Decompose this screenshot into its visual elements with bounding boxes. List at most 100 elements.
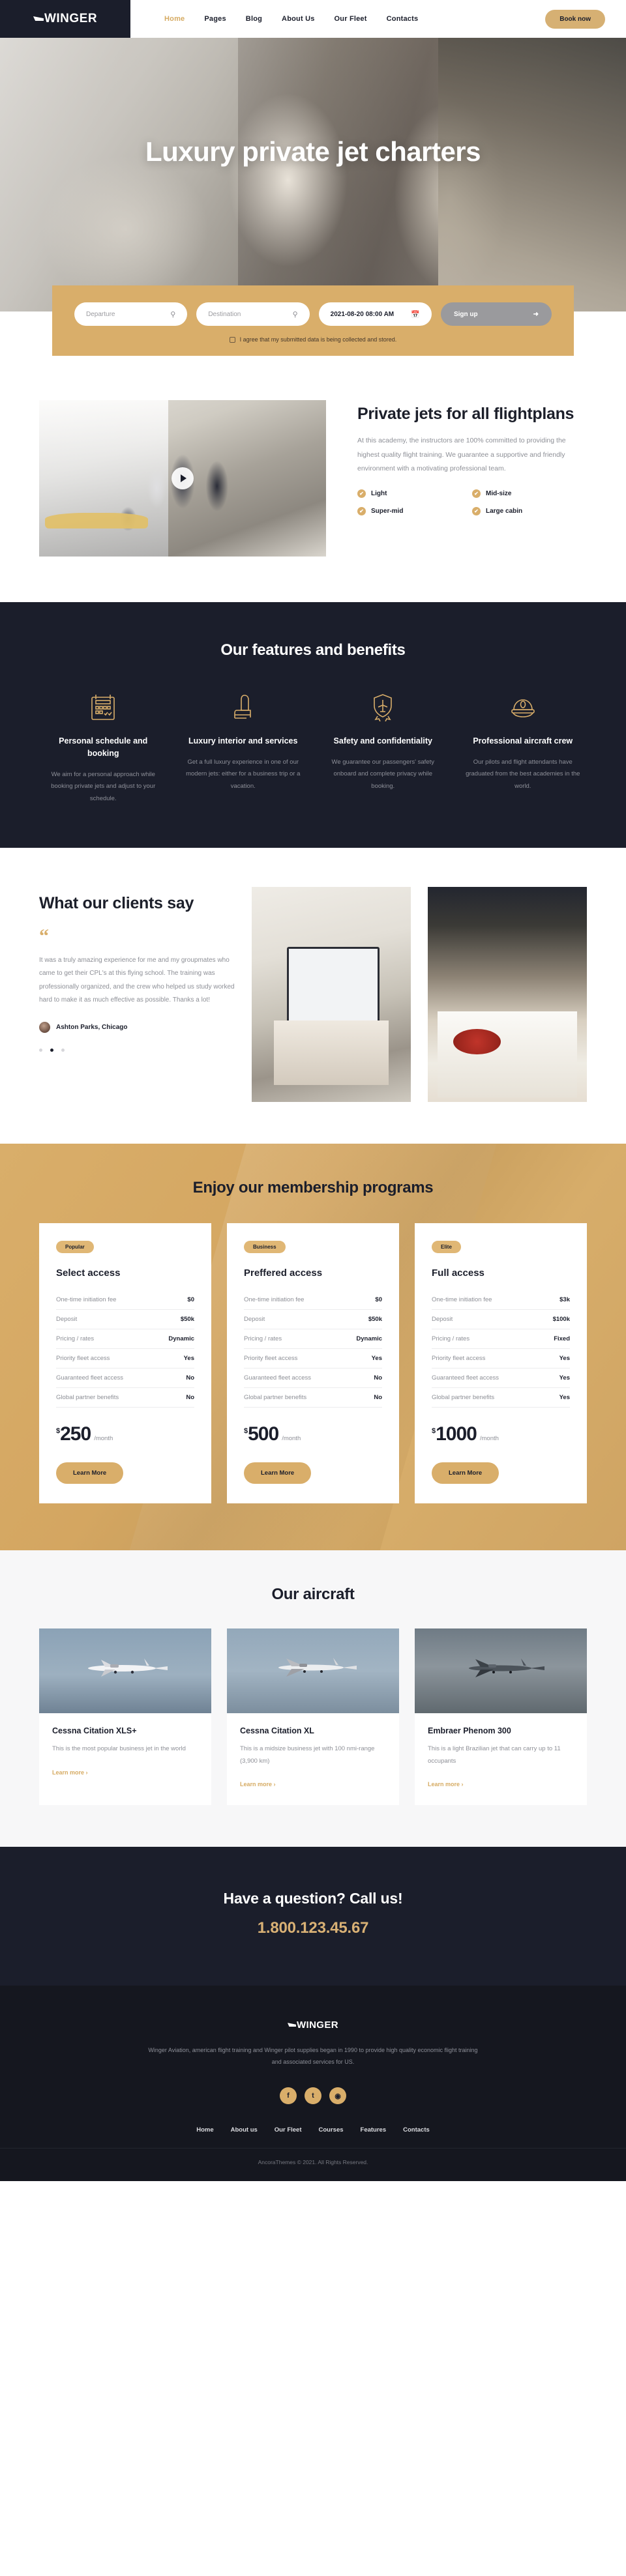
feature-text: We guarantee our passengers' safety onbo… [331,758,434,790]
aircraft-description: This is the most popular business jet in… [52,1745,186,1753]
aircraft-title: Our aircraft [271,1585,355,1604]
features-section: Our features and benefits Personal sched… [0,602,626,848]
pricing-card-full-access: Elite Full access One-time initiation fe… [415,1223,587,1504]
consent-checkbox[interactable] [229,336,235,343]
book-now-button[interactable]: Book now [545,9,605,29]
list-item: ✔ Light [357,489,472,498]
list-item: One-time initiation fee $0 [56,1290,194,1310]
feature-value: No [186,1374,194,1382]
feature-value: $50k [368,1316,382,1324]
feature-card: Personal schedule and booking We aim for… [39,691,168,805]
social-links: f t ◉ [0,2087,626,2105]
about-video-thumbnail[interactable] [39,400,326,557]
date-input[interactable]: 2021-08-20 08:00 AM 📅 [318,302,432,326]
list-item: Guaranteed fleet access No [244,1368,382,1389]
consent-row: I agree that my submitted data is being … [74,336,552,343]
feature-label: One-time initiation fee [432,1296,492,1304]
avatar [39,1021,50,1033]
pricing-card-select-access: Popular Select access One-time initiatio… [39,1223,211,1504]
list-item: Deposit $100k [432,1310,570,1330]
carousel-dot-2[interactable] [50,1048,53,1052]
nav-item-our-fleet[interactable]: Our Fleet [335,15,367,23]
site-footer: WINGER Winger Aviation, american flight … [0,1986,626,2182]
footer-nav-item-home[interactable]: Home [196,2126,213,2134]
plan-price: $ 1000 /month [432,1423,570,1445]
features-title: Our features and benefits [220,641,406,659]
nav-item-blog[interactable]: Blog [246,15,262,23]
carousel-dot-3[interactable] [61,1048,65,1052]
signup-button[interactable]: Sign up ➜ [440,302,552,326]
feature-label: Deposit [432,1316,453,1324]
about-item-label: Light [371,489,387,497]
aircraft-learn-more-link[interactable]: Learn more › [428,1781,464,1787]
testimonial-text: It was a truly amazing experience for me… [39,956,235,1004]
footer-about-text: Winger Aviation, american flight trainin… [148,2047,478,2065]
play-icon[interactable] [171,467,194,489]
price-value: 1000 [436,1423,477,1445]
footer-nav-item-contacts[interactable]: Contacts [403,2126,430,2134]
booking-section: Departure ⚲ Destination ⚲ 2021-08-20 08:… [0,285,626,356]
plan-feature-list: One-time initiation fee $0 Deposit $50k Pr… [56,1290,194,1408]
footer-nav-item-features[interactable]: Features [361,2126,387,2134]
footer-nav-item-about-us[interactable]: About us [231,2126,258,2134]
footer-nav-item-courses[interactable]: Courses [319,2126,344,2134]
aircraft-description: This is a light Brazilian jet that can c… [428,1745,561,1765]
nav-item-about-us[interactable]: About Us [282,15,314,23]
learn-more-button[interactable]: Learn More [56,1462,124,1484]
hero-section: Luxury private jet charters [0,38,626,311]
status-badge: Popular [56,1241,94,1254]
aircraft-section: Our aircraft Cessna Citation XLS+ This i… [0,1550,626,1847]
feature-title: Luxury interior and services [188,736,298,745]
aircraft-card[interactable]: Cessna Citation XLS+ This is the most po… [39,1628,211,1806]
about-title: Private jets for all flightplans [357,405,574,423]
feature-label: One-time initiation fee [56,1296,117,1304]
feature-label: Priority fleet access [56,1355,110,1363]
departure-input[interactable]: Departure ⚲ [74,302,188,326]
plan-feature-list: One-time initiation fee $0 Deposit $50k Pr… [244,1290,382,1408]
carousel-dots [39,1048,235,1052]
about-item-label: Mid-size [486,489,512,497]
list-item: Deposit $50k [244,1310,382,1330]
about-section: Private jets for all flightplans At this… [0,356,626,602]
aircraft-learn-more-link[interactable]: Learn more › [240,1781,276,1787]
feature-label: Priority fleet access [244,1355,298,1363]
destination-input[interactable]: Destination ⚲ [196,302,310,326]
feature-label: Guaranteed fleet access [56,1374,123,1382]
logo[interactable]: WINGER [0,0,130,38]
plane-icon [278,1657,357,1677]
date-value: 2021-08-20 08:00 AM [330,310,395,318]
feature-label: Pricing / rates [244,1335,282,1343]
feature-text: We aim for a personal approach while boo… [51,770,156,802]
nav-item-contacts[interactable]: Contacts [387,15,419,23]
feature-value: Yes [371,1355,382,1363]
feature-value: Dynamic [168,1335,194,1343]
location-pin-icon: ⚲ [292,310,298,319]
shield-plane-icon [324,691,442,723]
hero-title: Luxury private jet charters [145,136,481,167]
learn-more-button[interactable]: Learn More [432,1462,499,1484]
feature-value: Yes [559,1374,570,1382]
twitter-icon[interactable]: t [305,2087,321,2105]
feature-card: Safety and confidentiality We guarantee … [319,691,447,805]
facebook-icon[interactable]: f [280,2087,297,2105]
learn-more-button[interactable]: Learn More [244,1462,312,1484]
feature-value: $0 [187,1296,194,1304]
instagram-icon[interactable]: ◉ [329,2087,346,2105]
aircraft-name: Cessna Citation XL [240,1726,314,1736]
feature-label: Priority fleet access [432,1355,486,1363]
aircraft-card[interactable]: Embraer Phenom 300 This is a light Brazi… [415,1628,587,1806]
footer-logo[interactable]: WINGER [0,2019,626,2031]
feature-value: Fixed [554,1335,570,1343]
footer-nav-item-our-fleet[interactable]: Our Fleet [275,2126,302,2134]
phone-link[interactable]: 1.800.123.45.67 [258,1919,369,1937]
quote-icon: “ [39,925,49,947]
feature-label: Guaranteed fleet access [432,1374,499,1382]
aircraft-learn-more-link[interactable]: Learn more › [52,1769,88,1776]
about-feature-list: ✔ Light ✔ Mid-size ✔ Super-mid ✔ Large c… [357,489,587,525]
list-item: ✔ Mid-size [472,489,587,498]
plan-name: Preffered access [244,1267,323,1279]
carousel-dot-1[interactable] [39,1048,42,1052]
nav-item-pages[interactable]: Pages [204,15,226,23]
nav-item-home[interactable]: Home [164,15,185,23]
aircraft-card[interactable]: Cessna Citation XL This is a midsize bus… [227,1628,399,1806]
